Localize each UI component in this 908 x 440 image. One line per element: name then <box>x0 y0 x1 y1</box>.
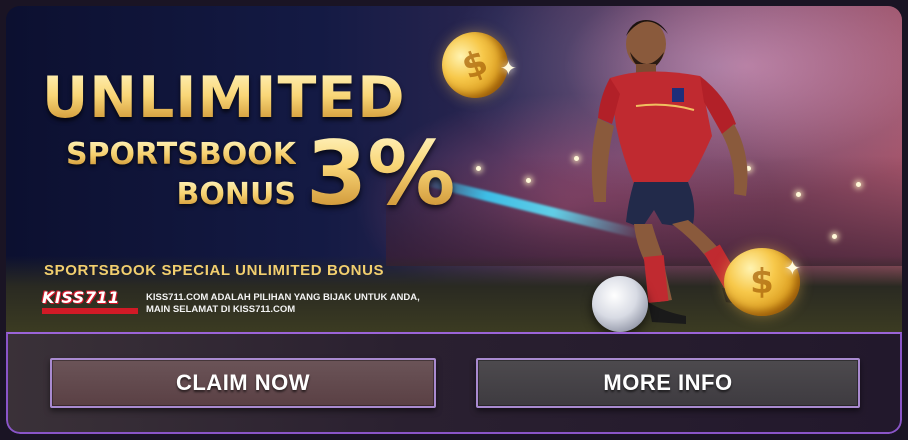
promo-banner: $ ✦ $ ✦ UNLIMITED SPORTSBOOK BONUS 3% SP… <box>6 6 902 332</box>
subheadline: SPORTSBOOK SPECIAL UNLIMITED BONUS <box>44 262 385 279</box>
more-info-button[interactable]: MORE INFO <box>476 358 860 408</box>
tagline-line-1: KISS711.COM ADALAH PILIHAN YANG BIJAK UN… <box>146 292 420 303</box>
tagline-line-2: MAIN SELAMAT DI KISS711.COM <box>146 304 296 315</box>
promo-card: $ ✦ $ ✦ UNLIMITED SPORTSBOOK BONUS 3% SP… <box>6 6 902 434</box>
soccer-ball-icon <box>592 276 648 332</box>
sparkle-icon: ✦ <box>784 258 801 280</box>
brand-logo: KISS711 <box>42 290 140 316</box>
logo-bar <box>42 308 138 314</box>
stadium-light <box>856 182 861 187</box>
headline: UNLIMITED <box>42 65 406 131</box>
sportsbook-line: SPORTSBOOK <box>6 140 296 170</box>
tagline: KISS711.COM ADALAH PILIHAN YANG BIJAK UN… <box>146 292 476 316</box>
sparkle-icon: ✦ <box>500 58 517 80</box>
action-footer: CLAIM NOW MORE INFO <box>6 332 902 434</box>
claim-now-button[interactable]: CLAIM NOW <box>50 358 436 408</box>
stadium-light <box>476 166 481 171</box>
logo-text: KISS711 <box>42 288 120 307</box>
bonus-line: BONUS <box>6 180 296 210</box>
bonus-percent: 3% <box>306 122 456 225</box>
stadium-light <box>526 178 531 183</box>
stadium-light <box>832 234 837 239</box>
